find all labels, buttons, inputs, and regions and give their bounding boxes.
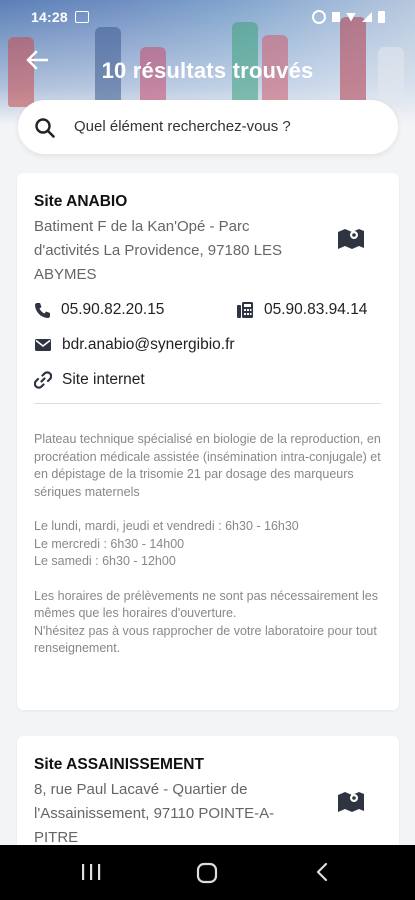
map-icon[interactable] — [337, 226, 365, 250]
alarm-icon — [312, 10, 326, 24]
status-bar: 14:28 — [0, 0, 415, 34]
email-row[interactable]: bdr.anabio@synergibio.fr — [34, 336, 235, 354]
phone-number[interactable]: 05.90.82.20.15 — [61, 301, 164, 319]
system-nav-bar — [0, 845, 415, 900]
home-icon[interactable] — [196, 862, 218, 884]
website-link[interactable]: Site internet — [62, 371, 145, 389]
search-input[interactable]: Quel élément recherchez-vous ? — [74, 118, 291, 135]
sampling-note: Les horaires de prélèvements ne sont pas… — [34, 588, 378, 656]
gallery-icon — [75, 11, 89, 23]
website-row[interactable]: Site internet — [34, 371, 145, 389]
site-address: Batiment F de la Kan'Opé - Parc d'activi… — [34, 218, 283, 283]
fax-row[interactable]: 05.90.83.94.14 — [236, 301, 367, 319]
map-icon[interactable] — [337, 789, 365, 813]
divider — [34, 403, 381, 404]
search-bar[interactable]: Quel élément recherchez-vous ? — [18, 100, 398, 154]
wifi-icon — [346, 12, 356, 22]
opening-hours: Le lundi, mardi, jeudi et vendredi : 6h3… — [34, 519, 299, 568]
fax-number[interactable]: 05.90.83.94.14 — [264, 301, 367, 319]
search-icon — [35, 118, 55, 138]
recent-apps-icon[interactable] — [80, 862, 102, 882]
link-icon — [34, 371, 52, 389]
phone-icon — [35, 302, 50, 318]
description-text: Plateau technique spécialisé en biologie… — [34, 432, 381, 499]
status-icons — [312, 10, 385, 24]
back-nav-icon[interactable] — [314, 862, 330, 882]
site-description: Plateau technique spécialisé en biologie… — [34, 431, 384, 675]
site-title: Site ANABIO — [34, 193, 128, 210]
site-title: Site ASSAINISSEMENT — [34, 756, 204, 773]
battery-icon — [378, 11, 385, 23]
phone-row[interactable]: 05.90.82.20.15 — [34, 301, 164, 319]
site-address: 8, rue Paul Lacavé - Quartier de l'Assai… — [34, 781, 275, 846]
mute-icon — [332, 12, 340, 22]
envelope-icon — [35, 339, 51, 351]
signal-icon — [362, 12, 372, 22]
page-title: 10 résultats trouvés — [101, 58, 314, 83]
email-address[interactable]: bdr.anabio@synergibio.fr — [62, 336, 235, 354]
status-time: 14:28 — [31, 9, 68, 25]
fax-icon — [237, 302, 253, 318]
result-card[interactable]: Site ANABIO Batiment F de la Kan'Opé - P… — [17, 173, 399, 710]
